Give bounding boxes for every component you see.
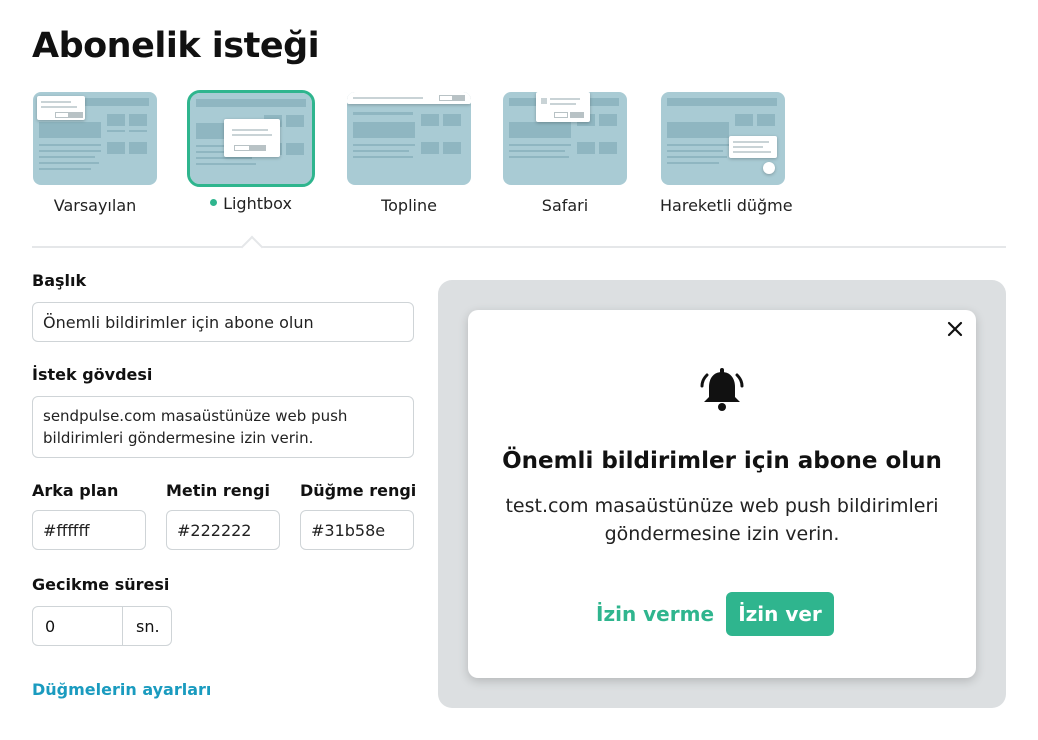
layout-label-default: Varsayılan	[53, 196, 137, 215]
button-color-label: Düğme rengi	[300, 481, 417, 500]
text-color-label: Metin rengi	[166, 481, 270, 500]
layout-option-safari[interactable]: Safari	[502, 92, 628, 215]
allow-button[interactable]: İzin ver	[726, 592, 834, 636]
button-settings-link[interactable]: Düğmelerin ayarları	[32, 680, 211, 699]
layout-option-floating-button[interactable]: Hareketli düğme	[660, 92, 793, 215]
body-textarea[interactable]: sendpulse.com masaüstünüze web push bild…	[32, 396, 414, 458]
selected-dot-icon	[210, 199, 218, 206]
layout-option-default[interactable]: Varsayılan	[32, 92, 158, 215]
layout-thumbnail-lightbox	[187, 90, 315, 187]
tabs-divider	[32, 246, 1006, 248]
background-label: Arka plan	[32, 481, 119, 500]
layout-label-safari: Safari	[541, 196, 589, 215]
layout-option-lightbox[interactable]: Lightbox	[187, 90, 315, 213]
layout-label-topline: Topline	[381, 196, 437, 215]
layout-thumbnail-floating-button	[661, 92, 785, 185]
deny-button[interactable]: İzin verme	[596, 602, 714, 626]
background-color-input[interactable]: #ffffff	[32, 510, 146, 550]
layout-thumbnail-safari	[503, 92, 627, 185]
lightbox-preview-card: Önemli bildirimler için abone olun test.…	[468, 310, 976, 678]
preview-panel: Önemli bildirimler için abone olun test.…	[438, 280, 1006, 708]
preview-title: Önemli bildirimler için abone olun	[502, 448, 942, 474]
text-color-input[interactable]: #222222	[166, 510, 280, 550]
title-input[interactable]: Önemli bildirimler için abone olun	[32, 302, 414, 342]
page-title: Abonelik isteği	[32, 26, 320, 66]
delay-field: 0 sn.	[32, 606, 172, 646]
close-icon[interactable]	[944, 318, 966, 340]
delay-input[interactable]: 0	[33, 607, 123, 645]
layout-selector: Varsayılan Lightbox Topline Safari Harek…	[32, 90, 1012, 222]
layout-thumbnail-default	[33, 92, 157, 185]
title-label: Başlık	[32, 271, 87, 290]
selected-indicator-notch	[240, 235, 264, 259]
layout-thumbnail-topline	[347, 92, 471, 185]
delay-label: Gecikme süresi	[32, 575, 170, 594]
body-label: İstek gövdesi	[32, 365, 153, 384]
bell-icon	[700, 366, 744, 414]
delay-unit: sn.	[136, 616, 160, 636]
layout-label-lightbox: Lightbox	[188, 194, 314, 213]
button-color-input[interactable]: #31b58e	[300, 510, 414, 550]
layout-option-topline[interactable]: Topline	[346, 92, 472, 215]
layout-label-floating-button: Hareketli düğme	[660, 196, 793, 215]
preview-body: test.com masaüstünüze web push bildiriml…	[505, 495, 939, 545]
